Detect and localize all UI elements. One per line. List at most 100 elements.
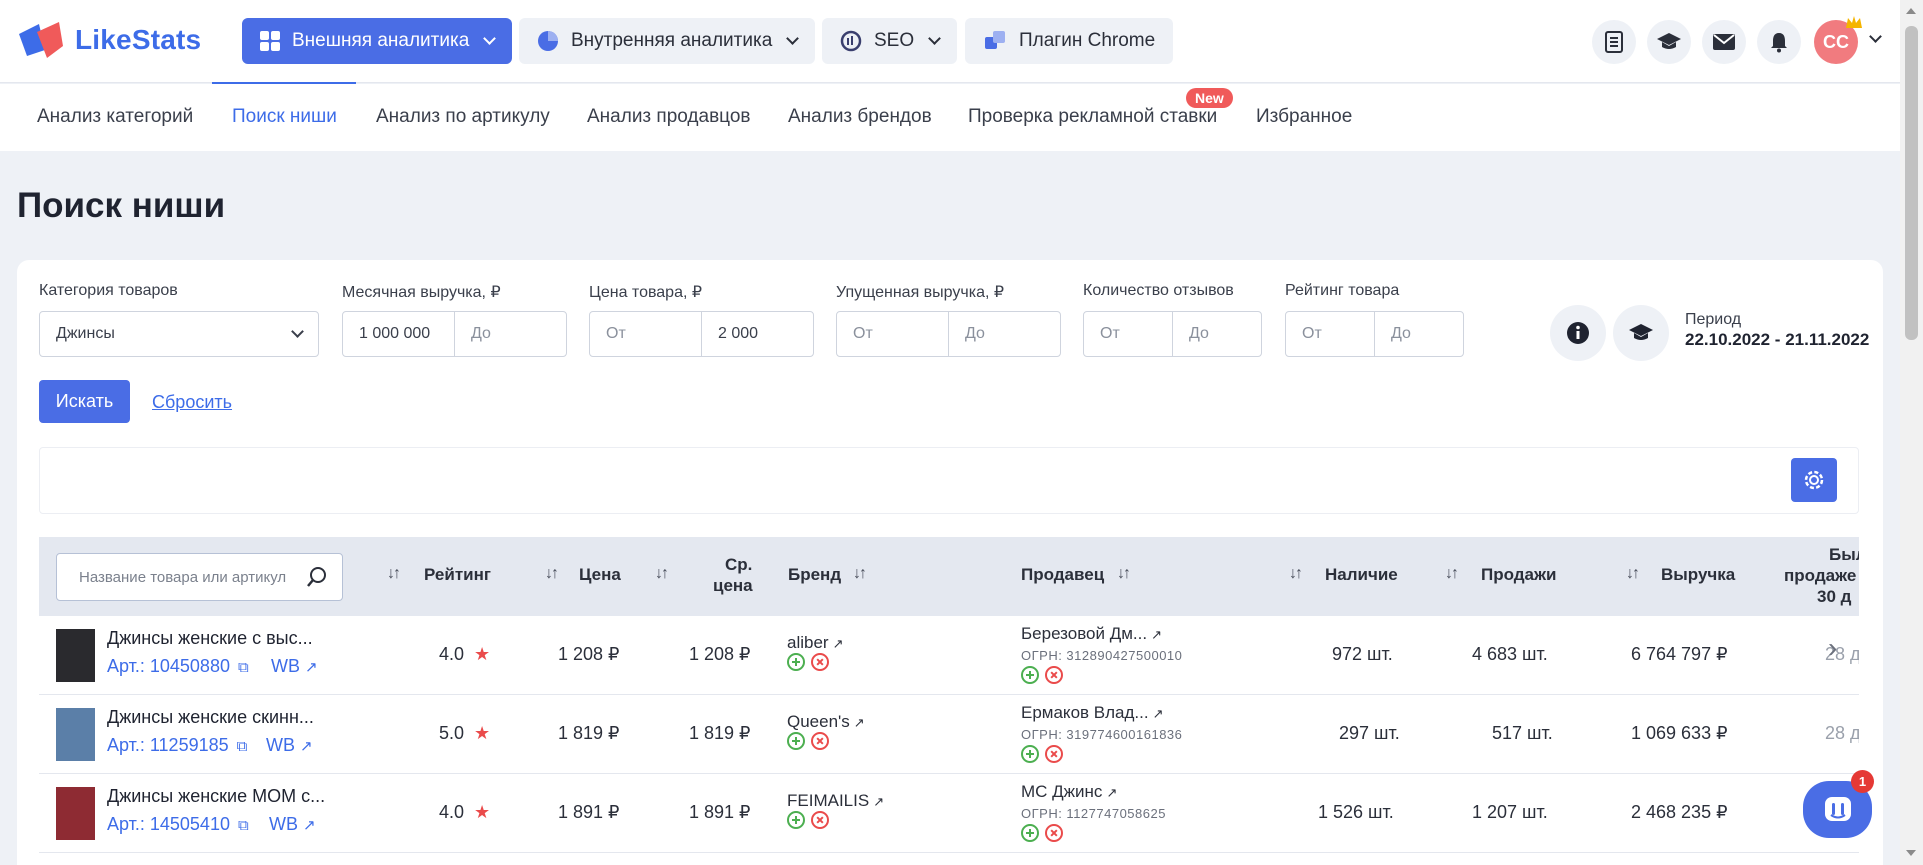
sub-navigation: Анализ категорий Поиск ниши Анализ по ар… (0, 84, 1900, 151)
header-rating[interactable]: Рейтинг (424, 565, 491, 585)
wb-label: WB (269, 814, 298, 834)
rating-from-input[interactable]: От (1286, 312, 1374, 356)
messages-button[interactable] (1702, 20, 1746, 64)
reset-link[interactable]: Сбросить (152, 392, 232, 413)
price-from-input[interactable]: От (590, 312, 701, 356)
tab-niche-search[interactable]: Поиск ниши (232, 106, 337, 128)
scroll-right-icon[interactable]: › (1828, 632, 1837, 664)
sort-stock-icon[interactable]: ↓↑ (1289, 565, 1303, 583)
nav-external-analytics[interactable]: Внешняя аналитика (242, 18, 513, 64)
page-scrollbar[interactable] (1900, 0, 1923, 865)
wb-link[interactable]: WB ↗ (269, 814, 316, 835)
reviews-from-input[interactable]: От (1084, 312, 1172, 356)
copy-icon[interactable]: ⧉ (238, 817, 249, 834)
header-revenue[interactable]: Выручка (1661, 565, 1735, 585)
lost-revenue-to-input[interactable]: До (948, 312, 1060, 356)
tab-brand-analysis[interactable]: Анализ брендов (788, 106, 932, 128)
tutorial-button[interactable] (1613, 305, 1669, 361)
brand-link[interactable]: aliber ↗ (787, 633, 844, 653)
lost-revenue-from-input[interactable]: От (837, 312, 948, 356)
nav-seo[interactable]: SEO (822, 18, 958, 64)
remove-icon[interactable] (1045, 745, 1063, 763)
brand-link[interactable]: FEIMAILIS ↗ (787, 791, 884, 811)
crown-icon (1846, 16, 1862, 28)
remove-icon[interactable] (811, 653, 829, 671)
sort-price-icon[interactable]: ↓↑ (545, 565, 559, 583)
add-icon[interactable] (787, 732, 805, 750)
wb-link[interactable]: WB ↗ (266, 735, 313, 756)
rating-to-input[interactable]: До (1374, 312, 1463, 356)
copy-icon[interactable]: ⧉ (237, 738, 248, 755)
scroll-up-arrow-icon[interactable] (1906, 8, 1916, 14)
copy-icon[interactable]: ⧉ (238, 659, 249, 676)
product-thumbnail[interactable] (56, 787, 95, 840)
scroll-down-arrow-icon[interactable] (1906, 850, 1916, 856)
add-icon[interactable] (1021, 666, 1039, 684)
product-article[interactable]: Арт.: 14505410 ⧉ (107, 814, 249, 835)
header-days-line2[interactable]: продаже (1784, 566, 1856, 586)
remove-icon[interactable] (1045, 666, 1063, 684)
notifications-button[interactable] (1757, 20, 1801, 64)
revenue-cell: 2 468 235 ₽ (1631, 802, 1728, 822)
remove-icon[interactable] (811, 732, 829, 750)
reviews-to-input[interactable]: До (1172, 312, 1261, 356)
tab-favorites[interactable]: Избранное (1256, 106, 1352, 128)
header-avg-price-line2[interactable]: цена (713, 576, 753, 596)
seller-link[interactable]: МС Джинс ↗ (1021, 782, 1117, 802)
seller-link[interactable]: Березовой Дм... ↗ (1021, 624, 1162, 644)
header-avg-price-line1[interactable]: Ср. (725, 555, 752, 575)
nav-internal-analytics[interactable]: Внутренняя аналитика (519, 18, 816, 64)
category-select[interactable]: Джинсы (39, 311, 319, 357)
settings-button[interactable] (1791, 458, 1837, 502)
product-article[interactable]: Арт.: 11259185 ⧉ (107, 735, 247, 756)
add-icon[interactable] (787, 811, 805, 829)
add-icon[interactable] (787, 653, 805, 671)
add-icon[interactable] (1021, 824, 1039, 842)
sort-brand-icon[interactable]: ↓↑ (853, 565, 867, 583)
sort-avg-price-icon[interactable]: ↓↑ (655, 565, 669, 583)
education-button[interactable] (1647, 20, 1691, 64)
docs-button[interactable] (1592, 20, 1636, 64)
product-name[interactable]: Джинсы женские MOM с... (107, 786, 325, 807)
header-stock[interactable]: Наличие (1325, 565, 1398, 585)
brand-link[interactable]: Queen's ↗ (787, 712, 865, 732)
tab-article-analysis[interactable]: Анализ по артикулу (376, 106, 550, 128)
product-thumbnail[interactable] (56, 629, 95, 682)
product-article[interactable]: Арт.: 10450880 ⧉ (107, 656, 249, 677)
seller-link[interactable]: Ермаков Влад... ↗ (1021, 703, 1163, 723)
revenue-to-input[interactable]: До (454, 312, 566, 356)
header-seller[interactable]: Продавец (1021, 565, 1104, 585)
remove-icon[interactable] (811, 811, 829, 829)
wb-link[interactable]: WB ↗ (271, 656, 318, 677)
header-price[interactable]: Цена (579, 565, 621, 585)
price-to-input[interactable]: 2 000 (701, 312, 813, 356)
search-button[interactable]: Искать (39, 380, 130, 423)
scrollbar-thumb[interactable] (1905, 26, 1918, 340)
sort-rating-icon[interactable]: ↓↑ (387, 565, 401, 583)
external-link-icon: ↗ (300, 738, 313, 755)
product-search-input[interactable]: Название товара или артикул (56, 553, 343, 601)
sort-sales-icon[interactable]: ↓↑ (1445, 565, 1459, 583)
sort-revenue-icon[interactable]: ↓↑ (1626, 565, 1640, 583)
revenue-from-input[interactable]: 1 000 000 (343, 312, 454, 356)
sort-seller-icon[interactable]: ↓↑ (1117, 565, 1131, 583)
product-name[interactable]: Джинсы женские скинн... (107, 707, 314, 728)
tab-seller-analysis[interactable]: Анализ продавцов (587, 106, 751, 128)
info-button[interactable] (1550, 305, 1606, 361)
header-brand[interactable]: Бренд (788, 565, 841, 585)
product-thumbnail[interactable] (56, 708, 95, 761)
product-name[interactable]: Джинсы женские с выс... (107, 628, 313, 649)
remove-icon[interactable] (1045, 824, 1063, 842)
header-days-line3[interactable]: 30 д (1817, 587, 1851, 607)
avg-price-cell: 1 819 ₽ (689, 723, 751, 743)
header-sales[interactable]: Продажи (1481, 565, 1557, 585)
brand-name: FEIMAILIS (787, 791, 870, 810)
tab-ad-bid-check[interactable]: Проверка рекламной ставки (968, 106, 1217, 128)
tab-category-analysis[interactable]: Анализ категорий (37, 106, 193, 128)
logo[interactable]: LikeStats (17, 20, 201, 60)
brand-name: Queen's (787, 712, 850, 731)
add-icon[interactable] (1021, 745, 1039, 763)
header-days-line1[interactable]: Был (1829, 545, 1859, 565)
nav-chrome-plugin[interactable]: Плагин Chrome (965, 18, 1174, 64)
period-label: Период (1685, 311, 1742, 328)
